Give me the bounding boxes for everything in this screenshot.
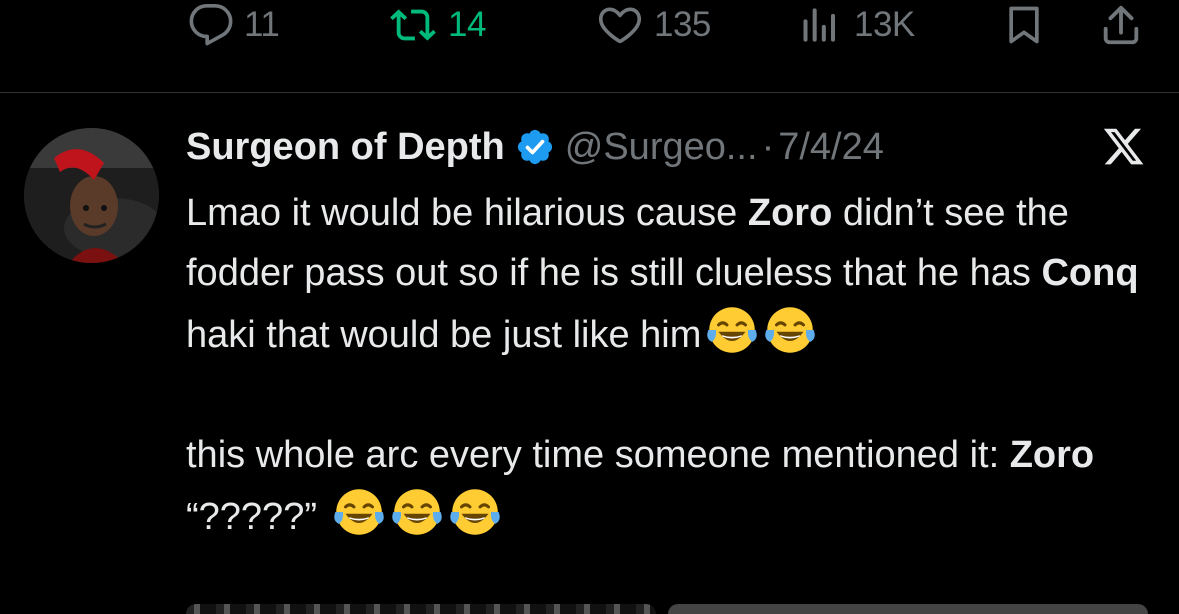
avatar[interactable]: [24, 128, 159, 263]
media-attachment[interactable]: [668, 604, 1148, 614]
bookmark-button[interactable]: [1002, 0, 1046, 50]
user-handle[interactable]: @Surgeo...: [565, 126, 758, 169]
laughing-emoji-icon: [332, 485, 386, 539]
heart-icon: [596, 2, 644, 48]
laughing-emoji-icon: [448, 485, 502, 539]
reply-count: 11: [244, 5, 280, 44]
tweet-paragraph-2: this whole arc every time someone mentio…: [186, 425, 1146, 547]
x-logo-icon: [1097, 124, 1147, 174]
reply-icon: [188, 2, 234, 48]
retweet-icon: [388, 2, 438, 48]
text-segment: haki that would be just like him: [186, 314, 702, 356]
laughing-emoji-icon: [390, 485, 444, 539]
like-button[interactable]: 135: [596, 0, 711, 50]
bold-text: Zoro: [1009, 434, 1095, 476]
tweet-paragraph-1: Lmao it would be hilarious cause Zoro di…: [186, 183, 1146, 365]
bold-text: Zoro: [747, 192, 833, 234]
retweet-count: 14: [448, 5, 486, 44]
like-count: 135: [654, 5, 711, 44]
reply-button[interactable]: 11: [188, 0, 280, 50]
media-attachment[interactable]: [186, 604, 656, 614]
views-button[interactable]: 13K: [800, 0, 915, 50]
share-icon: [1098, 2, 1144, 48]
text-segment: “?????”: [186, 496, 328, 538]
bookmark-icon: [1002, 2, 1046, 48]
views-icon: [800, 2, 844, 48]
divider: [0, 92, 1179, 93]
tweet-date[interactable]: 7/4/24: [778, 126, 884, 169]
laughing-emoji-icon: [763, 303, 817, 357]
verified-badge-icon: [515, 127, 555, 167]
tweet-action-bar: 11 14 135 13K: [0, 0, 1179, 92]
separator-dot: ·: [761, 125, 775, 168]
bold-text: Conq: [1041, 252, 1139, 294]
share-button[interactable]: [1098, 0, 1144, 50]
text-segment: this whole arc every time someone mentio…: [186, 434, 1010, 476]
display-name[interactable]: Surgeon of Depth: [186, 126, 505, 169]
tweet-header: Surgeon of Depth @Surgeo... · 7/4/24: [186, 122, 884, 172]
laughing-emoji-icon: [705, 303, 759, 357]
text-segment: Lmao it would be hilarious cause: [186, 192, 748, 234]
retweet-button[interactable]: 14: [388, 0, 486, 50]
tweet-text: Lmao it would be hilarious cause Zoro di…: [186, 183, 1146, 547]
views-count: 13K: [854, 5, 915, 44]
